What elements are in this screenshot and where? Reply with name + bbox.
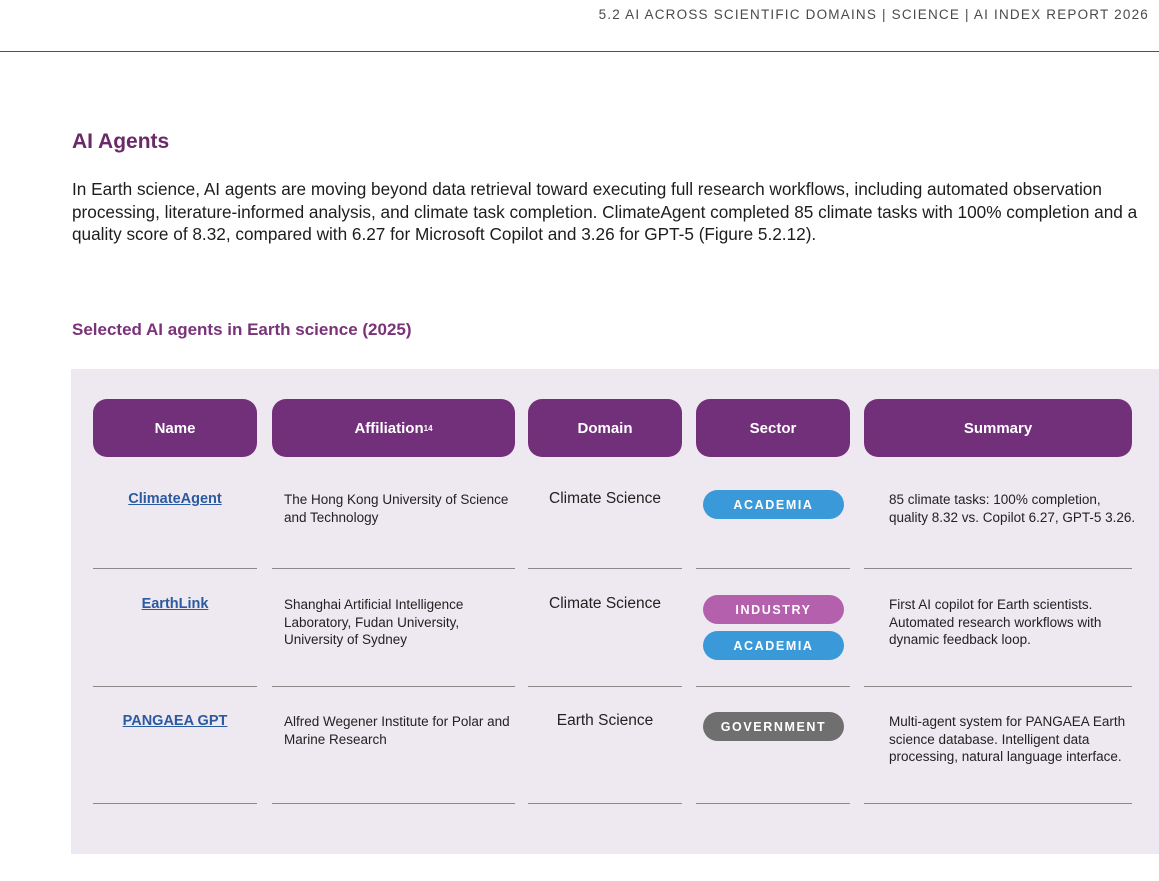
summary-text: Multi-agent system for PANGAEA Earth sci…	[889, 714, 1126, 764]
footnote-marker: 14	[423, 423, 433, 433]
domain-text: Earth Science	[556, 712, 654, 729]
agent-link-earthlink[interactable]: EarthLink	[93, 596, 257, 614]
sector-badge-industry: INDUSTRY	[703, 595, 844, 624]
row-divider	[272, 686, 515, 687]
sector-badge-government: GOVERNMENT	[703, 712, 844, 741]
header-divider	[0, 51, 1159, 52]
column-header-summary: Summary	[864, 399, 1132, 457]
row-divider	[696, 568, 850, 569]
column-header-name: Name	[93, 399, 257, 457]
column-header-label: Sector	[749, 419, 797, 437]
row-divider	[528, 686, 682, 687]
domain-text: Climate Science	[549, 490, 661, 507]
summary-text: 85 climate tasks: 100% completion, quali…	[889, 492, 1136, 525]
row-divider	[93, 568, 257, 569]
row-divider	[272, 803, 515, 804]
row-divider	[696, 803, 850, 804]
column-header-label: Affiliation	[354, 419, 424, 437]
column-header-label: Summary	[963, 419, 1033, 437]
figure-title: Selected AI agents in Earth science (202…	[72, 320, 412, 339]
row-divider	[272, 568, 515, 569]
intro-paragraph: In Earth science, AI agents are moving b…	[72, 179, 1138, 245]
domain-text: Climate Science	[549, 595, 661, 612]
summary-text: First AI copilot for Earth scientists. A…	[889, 597, 1102, 647]
row-divider	[93, 803, 257, 804]
column-header-affiliation: Affiliation 14	[272, 399, 515, 457]
sector-badge-academia: ACADEMIA	[703, 631, 844, 660]
column-header-sector: Sector	[696, 399, 850, 457]
column-header-label: Name	[154, 419, 196, 437]
row-divider	[528, 803, 682, 804]
row-divider	[864, 803, 1132, 804]
agent-link-climateagent[interactable]: ClimateAgent	[93, 491, 257, 509]
affiliation-text: Alfred Wegener Institute for Polar and M…	[284, 714, 510, 747]
row-divider	[864, 568, 1132, 569]
row-divider	[528, 568, 682, 569]
column-header-label: Domain	[577, 419, 633, 437]
row-divider	[93, 686, 257, 687]
section-heading: AI Agents	[72, 130, 170, 153]
row-divider	[696, 686, 850, 687]
affiliation-text: The Hong Kong University of Science and …	[284, 492, 509, 525]
sector-badge-academia: ACADEMIA	[703, 490, 844, 519]
running-header: 5.2 AI ACROSS SCIENTIFIC DOMAINS | SCIEN…	[598, 7, 1149, 22]
agent-link-pangaea-gpt[interactable]: PANGAEA GPT	[93, 713, 257, 731]
column-header-domain: Domain	[528, 399, 682, 457]
row-divider	[864, 686, 1132, 687]
affiliation-text: Shanghai Artificial Intelligence Laborat…	[284, 597, 464, 647]
